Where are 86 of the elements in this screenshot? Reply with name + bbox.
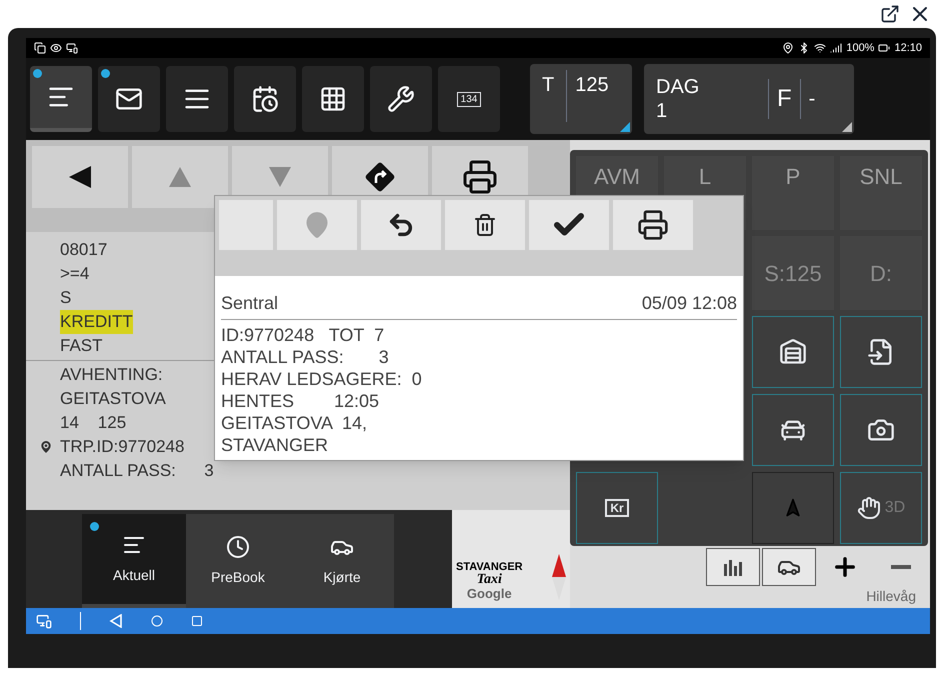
back-icon[interactable] <box>109 614 123 628</box>
clock-text: 12:10 <box>894 40 922 56</box>
pickup-text: GEITASTOVA <box>60 388 166 410</box>
toolbar-button[interactable] <box>166 66 228 132</box>
compass-icon <box>552 554 566 600</box>
battery-icon <box>878 42 890 54</box>
shift-label: DAG <box>656 75 700 99</box>
statistics-button[interactable] <box>706 548 760 586</box>
trip-detail-text: 08017 <box>60 239 108 261</box>
printer-icon <box>637 209 669 241</box>
remote-icon <box>66 42 78 54</box>
pickup-text: AVHENTING: <box>60 364 163 386</box>
message-text: HENTES 12:05 <box>221 390 380 412</box>
toolbar-button[interactable] <box>302 66 364 132</box>
nav-button[interactable] <box>32 146 128 208</box>
payment-button[interactable]: Kr <box>576 472 658 544</box>
trip-detail-text: FAST <box>60 335 103 357</box>
shift-extra: - <box>800 79 816 119</box>
eye-icon <box>50 42 62 54</box>
dialog-action-button[interactable] <box>613 200 693 250</box>
shift-value: 1 <box>656 99 668 123</box>
zone-value: 125 <box>566 70 609 122</box>
message-text: GEITASTOVA 14, <box>221 412 368 434</box>
toolbar-button[interactable] <box>370 66 432 132</box>
message-sender: Sentral <box>221 292 278 315</box>
bottom-tab[interactable]: PreBook <box>186 514 290 608</box>
trip-detail-text: S <box>60 287 72 309</box>
toolbar-button[interactable] <box>234 66 296 132</box>
shift-box[interactable]: DAG 1 F - <box>644 64 854 134</box>
location-icon <box>782 42 794 54</box>
message-text: ANTALL PASS: 3 <box>221 346 390 368</box>
battery-text: 100% <box>846 40 874 56</box>
up-triangle-icon <box>168 166 192 188</box>
message-time: 05/09 12:08 <box>642 292 737 315</box>
toolbar-button[interactable] <box>30 66 92 132</box>
logo-sub-text: Taxi <box>476 573 502 587</box>
trip-detail-text: KREDITT <box>60 310 133 334</box>
zone-label: T <box>541 73 556 98</box>
copy-icon <box>34 42 46 54</box>
garage-button[interactable] <box>752 316 834 388</box>
map-credit-text: Google <box>466 587 512 600</box>
bottom-tab[interactable]: Kjørte <box>290 514 394 608</box>
message-text: ID:9770248 TOT 7 <box>221 324 386 346</box>
trip-id-text: TRP.ID:9770248 <box>60 436 184 458</box>
wrench-icon <box>387 85 415 113</box>
dialog-action-button[interactable] <box>361 200 441 250</box>
minus-icon <box>891 565 911 569</box>
document-button[interactable] <box>840 316 922 388</box>
bottom-tab[interactable]: Aktuell <box>82 514 186 608</box>
external-link-icon[interactable] <box>880 4 900 24</box>
traffic-button[interactable] <box>762 548 816 586</box>
recent-apps-icon[interactable] <box>191 615 203 627</box>
trash-icon <box>473 213 497 237</box>
dialog-action-button[interactable] <box>529 200 609 250</box>
signal-icon <box>830 42 842 54</box>
toolbar-button[interactable] <box>98 66 160 132</box>
message-text: HERAV LEDSAGERE: 0 <box>221 368 423 390</box>
grid-icon <box>319 85 347 113</box>
shift-status: F <box>768 79 800 119</box>
garage-icon <box>779 338 807 366</box>
down-triangle-icon <box>268 166 292 188</box>
camera-button[interactable] <box>840 394 922 466</box>
remote-icon[interactable] <box>36 613 52 629</box>
dialog-action-button[interactable] <box>445 200 525 250</box>
message-text: STAVANGER <box>221 434 330 456</box>
passenger-count-text: ANTALL PASS: 3 <box>60 460 214 482</box>
left-triangle-icon <box>67 165 93 189</box>
map-layer-label[interactable]: SNL <box>840 156 922 230</box>
hand-icon <box>856 496 881 520</box>
currency-text: Kr <box>605 499 629 517</box>
logo-brand-text: STAVANGER <box>456 562 523 573</box>
calendar-clock-icon <box>251 85 279 113</box>
map-layer-label[interactable]: P <box>752 156 834 230</box>
pickup-text: 14 125 <box>60 412 126 434</box>
clock-icon <box>226 534 250 558</box>
toolbar-button[interactable]: 134 <box>438 66 500 132</box>
empty-toolbar-slot <box>219 200 273 250</box>
printer-icon <box>462 159 498 195</box>
reply-arrow-icon <box>387 211 415 239</box>
map-pin-icon <box>38 439 54 455</box>
map-place-label: Hillevåg <box>866 587 917 606</box>
car-skid-button[interactable] <box>752 394 834 466</box>
home-icon[interactable] <box>151 615 163 627</box>
bar-chart-icon <box>723 558 743 576</box>
zone-box[interactable]: T 125 <box>530 64 632 134</box>
trip-detail-text: >=4 <box>60 263 90 285</box>
